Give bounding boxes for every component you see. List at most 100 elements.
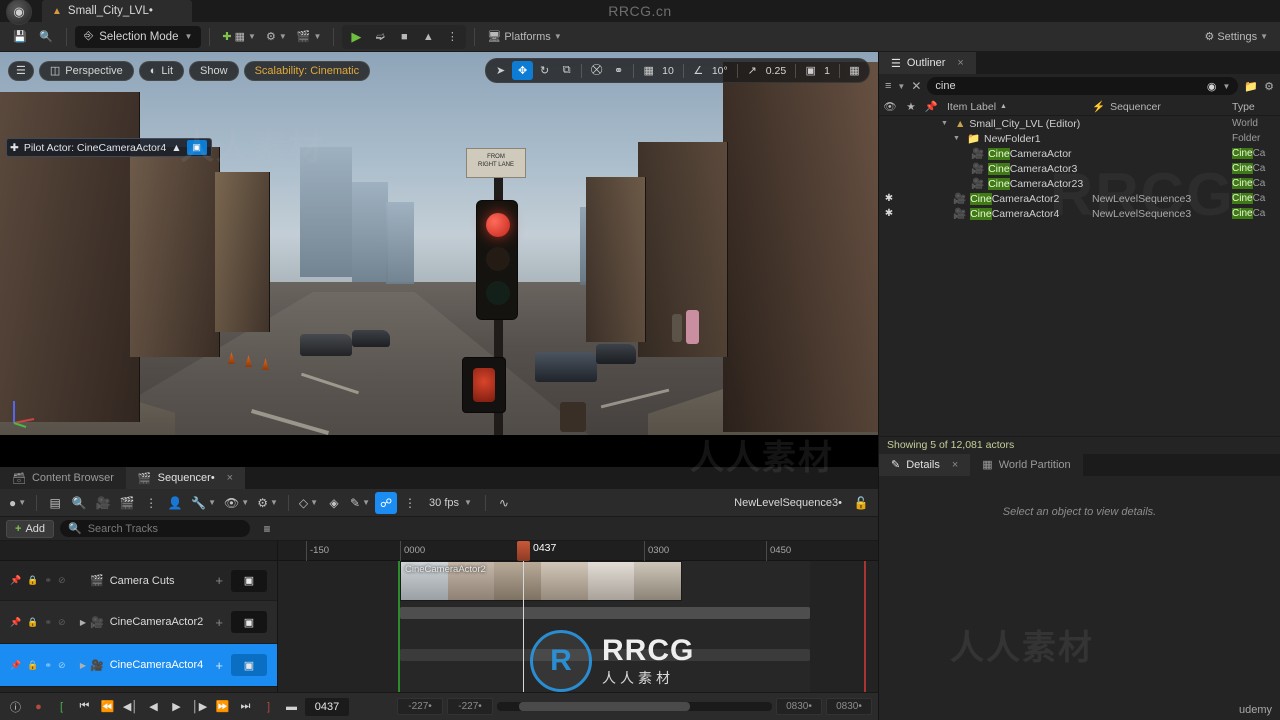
camera-cuts-section[interactable]: CineCameraActor2	[400, 561, 682, 601]
record-setup-icon[interactable]: ⓘ	[6, 697, 25, 717]
pilot-actor-bar[interactable]: ✚ Pilot Actor: CineCameraActor4 ▲ ▣	[6, 138, 212, 157]
key-interpolation-icon[interactable]: ✎ ▼	[347, 492, 373, 514]
step-forward-icon[interactable]: │▶	[190, 697, 209, 717]
angle-snap-value[interactable]: 10°	[710, 65, 733, 77]
camera-icon[interactable]: ▣	[231, 611, 267, 633]
camera-track-section[interactable]	[400, 607, 810, 619]
column-sequencer[interactable]: ⚡ Sequencer	[1092, 100, 1232, 114]
add-track-button[interactable]: + Add	[6, 519, 55, 538]
next-key-icon[interactable]: ⏩	[213, 697, 232, 717]
pin-icon[interactable]: 📌	[10, 575, 21, 586]
outliner-tree[interactable]: ▼ ▲ Small_City_LVL (Editor) World ▼ 📁 Ne…	[879, 116, 1280, 221]
play-icon[interactable]: ▶	[344, 25, 368, 49]
snap-options-icon[interactable]: ⋮	[399, 492, 421, 514]
clapper-icon[interactable]: 🎬	[116, 492, 138, 514]
track-row[interactable]: 📌 🔒 ⚭ ⊘ ▶ 🎥 CineCameraActor4 + ▣	[0, 644, 277, 687]
mute-icon[interactable]: ⚭	[44, 617, 52, 628]
outliner-row[interactable]: ▼ ▲ Small_City_LVL (Editor) World	[879, 116, 1280, 131]
move-tool[interactable]: ✥	[512, 61, 534, 80]
range-start-value-b[interactable]: -227•	[447, 698, 493, 715]
pin-icon[interactable]: 📌	[10, 617, 21, 628]
expand-icon[interactable]: ▶	[76, 661, 90, 670]
create-camera-icon[interactable]: ▤	[44, 492, 66, 514]
scale-snap-value[interactable]: 0.25	[764, 65, 791, 77]
expand-icon[interactable]: ▼	[941, 120, 948, 127]
tab-details[interactable]: ✎ Details ×	[879, 453, 971, 476]
pin-icon[interactable]: 📌	[10, 660, 21, 671]
column-item-label[interactable]: Item Label ▲	[941, 101, 1092, 113]
add-actor-icon[interactable]: ✚ ▦ ▼	[218, 25, 260, 49]
range-end-value-a[interactable]: 0830•	[776, 698, 822, 715]
viewport-menu-button[interactable]: ☰	[8, 60, 34, 81]
timeline-scrollbar[interactable]	[497, 702, 772, 711]
grid-snap-value[interactable]: 10	[660, 65, 679, 77]
settings-button[interactable]: ⚙ Settings ▼	[1200, 25, 1272, 49]
jump-to-start-icon[interactable]: ⏮	[75, 697, 94, 717]
eye-icon[interactable]: 👁	[879, 100, 901, 113]
pin-icon[interactable]: 📌	[921, 100, 941, 113]
play-icon[interactable]: ▶	[167, 697, 186, 717]
rotate-tool[interactable]: ↻	[534, 61, 555, 80]
mute-icon[interactable]: ⚭	[44, 575, 52, 586]
expand-icon[interactable]: ▼	[953, 135, 960, 142]
viewport-scalability-button[interactable]: Scalability: Cinematic	[243, 60, 371, 81]
track-row[interactable]: 📌 🔒 ⚭ ⊘ ▶ 🎥 CineCameraActor2 + ▣	[0, 601, 277, 644]
viewport-perspective-button[interactable]: ◫ Perspective	[38, 60, 134, 81]
timeline-ruler[interactable]: -150 0000 0150 0300 0450 0600 0750	[278, 541, 878, 561]
viewport-viewmode-button[interactable]: ◐ Lit	[138, 60, 185, 81]
expand-icon[interactable]: ▶	[76, 618, 90, 627]
range-end-icon[interactable]: ]	[259, 697, 278, 717]
previous-key-icon[interactable]: ⏪	[98, 697, 117, 717]
track-toggles[interactable]: 📌 🔒 ⚭ ⊘	[0, 575, 76, 586]
surface-snap-toggle[interactable]: ⚭	[608, 61, 629, 80]
unlocked-icon[interactable]: 🔓	[850, 492, 872, 514]
track-row[interactable]: 📌 🔒 ⚭ ⊘ 🎬 Camera Cuts + ▣	[0, 561, 277, 601]
keyframe-options-icon[interactable]: ⚙ ▼	[254, 492, 281, 514]
platforms-button[interactable]: 🖥 Platforms ▼	[483, 25, 565, 49]
selection-mode-button[interactable]: ⎆ Selection Mode ▼	[75, 25, 202, 48]
keyframe-icon[interactable]: ◇ ▼	[296, 492, 321, 514]
angle-snap-icon[interactable]: ∠	[688, 61, 709, 80]
eject-icon[interactable]: ▲	[416, 25, 440, 49]
camera-speed-value[interactable]: 1	[822, 65, 835, 77]
world-icon[interactable]: ● ▼	[6, 492, 29, 514]
viewport-layout-icon[interactable]: ▦	[844, 61, 865, 80]
range-start-value-a[interactable]: -227•	[397, 698, 443, 715]
camera-track-section[interactable]	[400, 649, 810, 661]
row-star[interactable]: ✱	[879, 208, 899, 219]
eject-pilot-icon[interactable]: ▲	[171, 142, 181, 154]
blueprints-icon[interactable]: ⚙ ▼	[262, 25, 291, 49]
render-movie-icon[interactable]: 🎥	[92, 492, 114, 514]
add-section-icon[interactable]: +	[215, 573, 231, 588]
range-end-value-b[interactable]: 0830•	[826, 698, 872, 715]
filter-icon[interactable]: ≡	[885, 80, 891, 92]
wrench-icon[interactable]: 🔧 ▼	[188, 492, 219, 514]
fps-dropdown[interactable]: 30 fps ▼	[423, 497, 478, 509]
curve-editor-icon[interactable]: ∿	[493, 492, 515, 514]
add-section-icon[interactable]: +	[215, 658, 231, 673]
scale-tool[interactable]: ⧉	[556, 61, 577, 80]
step-icon[interactable]: ➫	[368, 25, 392, 49]
star-icon[interactable]: ★	[901, 101, 921, 113]
new-folder-icon[interactable]: 📁	[1244, 80, 1258, 93]
grid-snap-icon[interactable]: ▦	[638, 61, 659, 80]
tab-world-partition[interactable]: ▦ World Partition	[970, 453, 1083, 476]
camera-icon[interactable]: ▣	[231, 569, 267, 592]
snap-magnet-icon[interactable]: ☍	[375, 491, 398, 514]
lock-icon[interactable]: 🔒	[27, 575, 38, 586]
playback-end-marker[interactable]	[864, 561, 866, 692]
lock-icon[interactable]: 🔒	[27, 617, 38, 628]
key-type-icon[interactable]: ◈	[323, 492, 345, 514]
outliner-row[interactable]: 🎥 CineCameraActor23 CineCa	[879, 176, 1280, 191]
jump-to-end-icon[interactable]: ⏭	[236, 697, 255, 717]
range-start-icon[interactable]: [	[52, 697, 71, 717]
eye-icon[interactable]: 👁 ▼	[221, 492, 252, 514]
solo-icon[interactable]: ⊘	[58, 575, 66, 586]
track-toggles[interactable]: 📌 🔒 ⚭ ⊘	[0, 660, 76, 671]
more-options-icon[interactable]: ⋮	[440, 25, 464, 49]
add-section-icon[interactable]: +	[215, 615, 231, 630]
outliner-row[interactable]: ✱ 🎥 CineCameraActor4 NewLevelSequence3 C…	[879, 206, 1280, 221]
select-tool[interactable]: ➤	[490, 61, 511, 80]
solo-icon[interactable]: ⊘	[58, 660, 66, 671]
playhead-line[interactable]	[523, 561, 524, 692]
